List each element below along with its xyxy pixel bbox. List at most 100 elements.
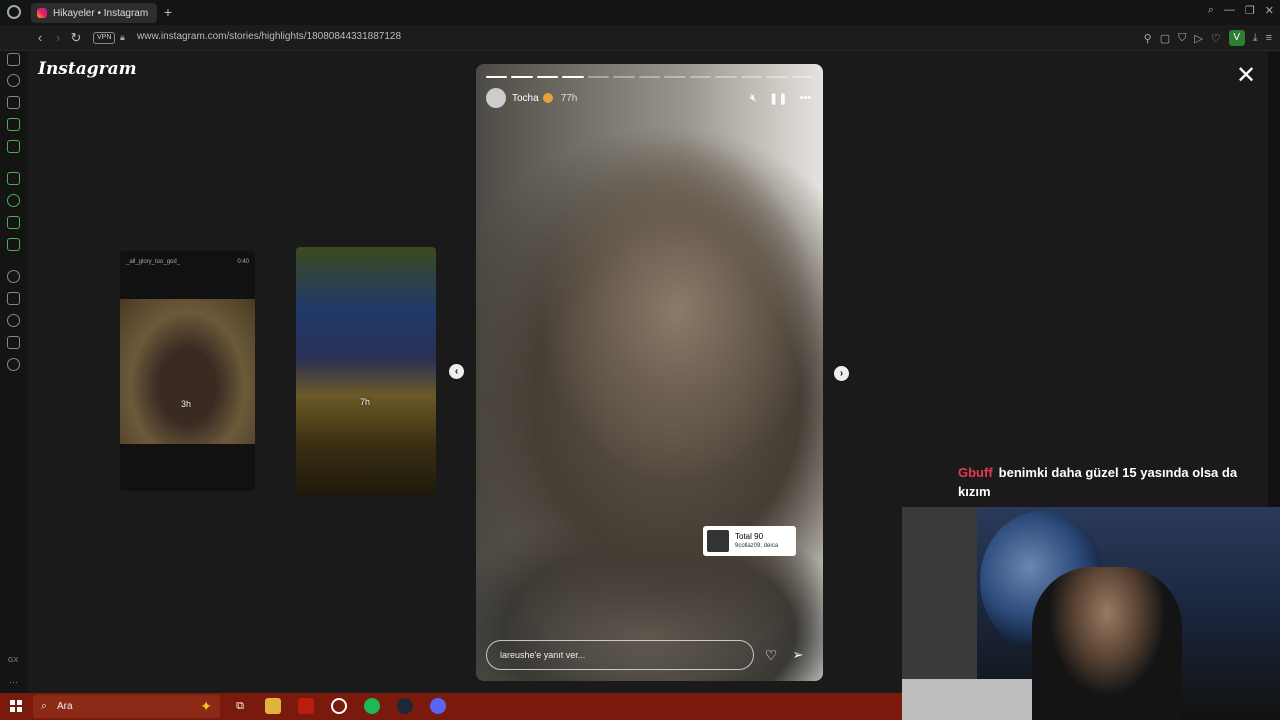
forward-icon[interactable]: › bbox=[51, 30, 65, 46]
search-tabs-icon[interactable]: ⌕ bbox=[1208, 4, 1214, 17]
progress-segment bbox=[613, 76, 635, 78]
sidebar-icon-3[interactable] bbox=[7, 96, 20, 109]
progress-segment bbox=[486, 76, 508, 78]
window-controls: ⌕ — ❐ ✕ bbox=[1208, 4, 1274, 17]
story-username[interactable]: Tocha bbox=[512, 93, 539, 104]
instagram-logo[interactable]: Instagram bbox=[38, 59, 137, 79]
like-heart-icon[interactable]: ♡ bbox=[763, 647, 779, 663]
heart-icon[interactable]: ♡ bbox=[1211, 32, 1221, 45]
pause-icon[interactable]: ❚❚ bbox=[769, 92, 787, 105]
new-tab-button[interactable]: + bbox=[161, 4, 175, 20]
sidebar-icon-5[interactable] bbox=[7, 140, 20, 153]
more-options-icon[interactable]: ••• bbox=[799, 92, 811, 104]
screen: Hikayeler • Instagram + ⌕ — ❐ ✕ ‹ › ↻ VP… bbox=[0, 0, 1280, 720]
send-icon[interactable]: ➢ bbox=[790, 647, 806, 663]
play-icon[interactable]: ▷ bbox=[1194, 32, 1202, 45]
progress-segment bbox=[791, 76, 814, 78]
progress-segment bbox=[715, 76, 737, 78]
tab-title: Hikayeler • Instagram bbox=[53, 7, 149, 19]
progress-segment bbox=[740, 76, 763, 78]
progress-segment bbox=[638, 76, 661, 78]
browser-tab-bar: Hikayeler • Instagram + ⌕ — ❐ ✕ bbox=[0, 0, 1280, 25]
story-preview-2-time: 7h bbox=[360, 397, 371, 407]
progress-segment bbox=[587, 76, 610, 78]
chat-message: Gbuff benimki daha güzel 15 yasında olsa … bbox=[958, 463, 1258, 501]
webcam-person bbox=[1032, 567, 1182, 720]
next-story-button[interactable]: › bbox=[834, 366, 849, 381]
reply-input[interactable]: lareushe'e yanıt ver... bbox=[486, 640, 754, 670]
browser-taskbar-icon[interactable] bbox=[331, 698, 347, 714]
pin-icon[interactable]: ⚲ bbox=[1144, 32, 1152, 45]
sidebar-icon-10[interactable] bbox=[7, 270, 20, 283]
previous-story-button[interactable]: ‹ bbox=[449, 364, 464, 379]
mute-icon[interactable]: 🔇︎ bbox=[750, 92, 757, 105]
maximize-icon[interactable]: ❐ bbox=[1245, 4, 1255, 17]
sidebar-icon-1[interactable] bbox=[7, 53, 20, 66]
search-icon: ⌕ bbox=[41, 700, 48, 712]
discord-icon[interactable] bbox=[430, 698, 446, 714]
taskbar-search[interactable]: ⌕ Ara ✦ bbox=[33, 695, 220, 718]
story-controls: 🔇︎ ❚❚ ••• bbox=[750, 92, 811, 105]
sticker-title: Total 90 bbox=[735, 532, 764, 541]
url-field[interactable]: www.instagram.com/stories/highlights/180… bbox=[137, 31, 401, 42]
story-preview-1-time: 3h bbox=[181, 399, 192, 409]
minimize-icon[interactable]: — bbox=[1224, 4, 1235, 17]
more-icon[interactable]: ··· bbox=[9, 677, 18, 687]
file-explorer-icon[interactable] bbox=[265, 698, 281, 714]
story-preview-1[interactable]: _all_glory_too_god_ 0:40 3h bbox=[120, 251, 255, 491]
album-art bbox=[707, 530, 729, 552]
vpn-badge[interactable]: VPN bbox=[93, 32, 116, 44]
x-icon[interactable] bbox=[7, 238, 20, 251]
taskbar-search-placeholder: Ara bbox=[57, 701, 73, 712]
progress-segment bbox=[511, 76, 533, 78]
story-preview-1-meta: _all_glory_too_god_ 0:40 bbox=[126, 259, 249, 265]
steam-icon[interactable] bbox=[397, 698, 413, 714]
profile-avatar[interactable]: V bbox=[1228, 30, 1245, 46]
shield-icon[interactable]: ⛉ bbox=[1178, 32, 1186, 45]
instagram-favicon-icon bbox=[37, 8, 47, 18]
sidebar-icon-11[interactable] bbox=[7, 292, 20, 305]
opera-logo-icon[interactable] bbox=[7, 5, 21, 19]
windows-taskbar: ⌕ Ara ✦ ⧉ bbox=[0, 693, 902, 720]
history-icon[interactable] bbox=[7, 314, 20, 327]
emoji-badge-icon bbox=[542, 93, 553, 103]
browser-tab[interactable]: Hikayeler • Instagram bbox=[31, 3, 157, 23]
reload-icon[interactable]: ↻ bbox=[69, 30, 83, 46]
instagram-sidebar-icon[interactable] bbox=[7, 216, 20, 229]
story-preview-1-account: _all_glory_too_god_ bbox=[126, 259, 181, 265]
progress-segment bbox=[689, 76, 712, 78]
sidebar-icon-2[interactable] bbox=[7, 74, 20, 87]
webcam-overlay bbox=[902, 507, 1280, 720]
download-icon[interactable]: ⤓ bbox=[1253, 32, 1258, 45]
story-preview-1-image bbox=[120, 299, 255, 444]
story-preview-1-duration: 0:40 bbox=[237, 259, 249, 265]
story-progress-bar bbox=[486, 76, 814, 78]
chat-text: benimki daha güzel 15 yasında olsa da kı… bbox=[958, 465, 1238, 499]
music-sticker[interactable]: Total 90 9collaz09, deica bbox=[703, 526, 796, 556]
close-window-icon[interactable]: ✕ bbox=[1265, 4, 1274, 17]
sidebar-icon-13[interactable] bbox=[7, 336, 20, 349]
progress-segment bbox=[766, 76, 788, 78]
close-stories-button[interactable]: ✕ bbox=[1234, 64, 1258, 89]
windows-start-icon[interactable] bbox=[10, 700, 22, 712]
sidebar-icon-6[interactable] bbox=[7, 172, 20, 185]
menu-icon[interactable]: ≡ bbox=[1266, 32, 1272, 44]
spotify-icon[interactable] bbox=[364, 698, 380, 714]
settings-icon[interactable] bbox=[7, 358, 20, 371]
opera-gx-taskbar-icon[interactable] bbox=[298, 698, 314, 714]
sidebar-icon-4[interactable] bbox=[7, 118, 20, 131]
story-header: Tocha 77h 🔇︎ ❚❚ ••• bbox=[486, 88, 811, 108]
task-view-icon[interactable]: ⧉ bbox=[232, 698, 248, 714]
story-viewer[interactable]: Tocha 77h 🔇︎ ❚❚ ••• Total 90 9collaz09, … bbox=[476, 64, 823, 681]
progress-segment bbox=[536, 76, 559, 78]
snapshot-icon[interactable]: ▢ bbox=[1160, 32, 1170, 45]
story-avatar[interactable] bbox=[486, 88, 506, 108]
lock-icon[interactable]: 🔒︎ bbox=[120, 32, 125, 43]
back-icon[interactable]: ‹ bbox=[33, 30, 47, 46]
progress-segment bbox=[562, 76, 584, 78]
story-preview-2[interactable]: 7h bbox=[296, 247, 436, 495]
chat-username: Gbuff bbox=[958, 465, 993, 480]
address-bar: ‹ › ↻ VPN 🔒︎ www.instagram.com/stories/h… bbox=[0, 25, 1280, 51]
whatsapp-icon[interactable] bbox=[7, 194, 20, 207]
story-time: 77h bbox=[560, 92, 578, 104]
